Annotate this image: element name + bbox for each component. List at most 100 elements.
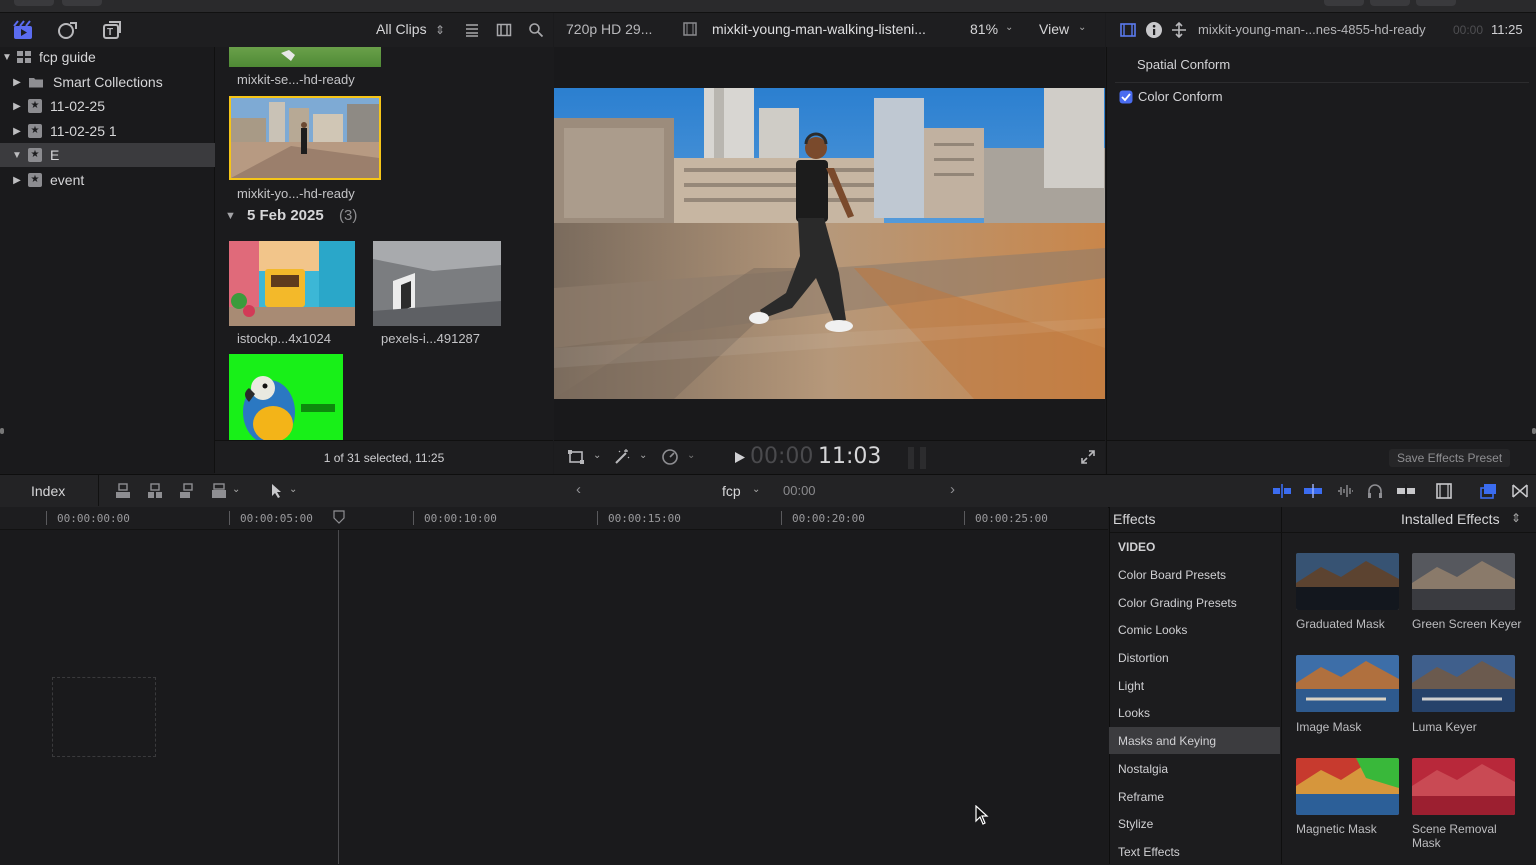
effects-category-header[interactable]: VIDEO bbox=[1109, 533, 1280, 560]
effects-category[interactable]: Distortion bbox=[1109, 644, 1280, 671]
speedometer-icon[interactable] bbox=[661, 448, 679, 466]
history-forward-button[interactable]: › bbox=[950, 481, 955, 498]
timeline[interactable] bbox=[0, 507, 1108, 864]
playhead-line[interactable] bbox=[338, 507, 339, 864]
libraries-icon[interactable] bbox=[12, 20, 34, 40]
clip-filter-menu[interactable]: All Clips bbox=[376, 21, 427, 37]
share-icon[interactable] bbox=[1170, 21, 1188, 39]
panel-resize-handle[interactable] bbox=[1532, 428, 1536, 434]
chevron-down-icon[interactable]: ⌄ bbox=[639, 450, 647, 461]
effects-category[interactable]: Nostalgia bbox=[1109, 755, 1280, 782]
timeline-ruler[interactable]: 00:00:00:00 00:00:05:00 00:00:10:00 00:0… bbox=[0, 507, 1108, 530]
timecode-display[interactable]: 11:03 bbox=[818, 444, 881, 469]
chevron-updown-icon[interactable]: ⇕ bbox=[1511, 511, 1521, 525]
waveform-icon[interactable] bbox=[1336, 483, 1354, 499]
effects-category[interactable]: Stylize bbox=[1109, 810, 1280, 837]
view-menu[interactable]: View bbox=[1039, 21, 1069, 37]
fullscreen-icon[interactable] bbox=[1080, 449, 1096, 465]
titles-generators-icon[interactable]: T bbox=[101, 20, 123, 40]
effect-thumbnail[interactable] bbox=[1296, 553, 1399, 610]
disclosure-closed-icon[interactable]: ▶ bbox=[10, 126, 24, 137]
list-view-icon[interactable] bbox=[464, 22, 480, 38]
audio-skimming-icon[interactable] bbox=[1303, 483, 1323, 499]
insert-clip-icon[interactable] bbox=[146, 482, 164, 500]
play-icon[interactable] bbox=[734, 451, 746, 464]
search-icon[interactable] bbox=[528, 22, 544, 38]
effects-category[interactable]: Reframe bbox=[1109, 783, 1280, 810]
history-back-button[interactable]: ‹ bbox=[576, 481, 581, 498]
sidebar-item-library[interactable]: ▼ fcp guide bbox=[0, 45, 213, 69]
save-effects-preset-button[interactable]: Save Effects Preset bbox=[1389, 449, 1511, 467]
disclosure-open-icon[interactable]: ▼ bbox=[225, 210, 236, 222]
effect-thumbnail[interactable] bbox=[1412, 553, 1515, 610]
disclosure-closed-icon[interactable]: ▶ bbox=[10, 101, 24, 112]
effects-category[interactable]: Color Grading Presets bbox=[1109, 589, 1280, 616]
transitions-browser-icon[interactable] bbox=[1511, 482, 1529, 500]
sidebar-item-event[interactable]: ▶ ★ 11-02-25 bbox=[0, 94, 223, 118]
clip-thumbnail[interactable] bbox=[373, 241, 501, 326]
project-name-menu[interactable]: fcp bbox=[722, 483, 741, 499]
headphones-icon[interactable] bbox=[1366, 483, 1384, 499]
chevron-down-icon[interactable]: ⌄ bbox=[593, 450, 601, 461]
panel-resize-handle[interactable] bbox=[0, 428, 4, 434]
filmstrip-view-icon[interactable] bbox=[496, 22, 512, 38]
sidebar-item-smart-collections[interactable]: ▶ Smart Collections bbox=[0, 70, 223, 94]
info-icon[interactable] bbox=[1145, 21, 1163, 39]
disclosure-closed-icon[interactable]: ▶ bbox=[10, 77, 24, 88]
chevron-down-icon[interactable]: ⌄ bbox=[752, 484, 760, 495]
chevron-down-icon[interactable]: ⌄ bbox=[1078, 22, 1086, 33]
disclosure-closed-icon[interactable]: ▶ bbox=[10, 175, 24, 186]
window-control[interactable] bbox=[62, 0, 102, 6]
sidebar-item-event[interactable]: ▶ ★ 11-02-25 1 bbox=[0, 119, 223, 143]
append-clip-icon[interactable] bbox=[178, 482, 196, 500]
viewer-video-frame[interactable] bbox=[554, 88, 1105, 399]
sidebar-item-event-selected[interactable]: ▼ ★ E bbox=[0, 143, 223, 167]
disclosure-open-icon[interactable]: ▼ bbox=[10, 150, 24, 161]
window-control[interactable] bbox=[14, 0, 54, 6]
effect-thumbnail[interactable] bbox=[1296, 655, 1399, 712]
inspector-footer: Save Effects Preset bbox=[1106, 440, 1536, 474]
chevron-down-icon[interactable]: ⌄ bbox=[1005, 22, 1013, 33]
chevron-down-icon[interactable]: ⌄ bbox=[289, 484, 297, 495]
effects-category[interactable]: Looks bbox=[1109, 699, 1280, 726]
effects-category[interactable]: Light bbox=[1109, 672, 1280, 699]
select-tool-icon[interactable] bbox=[270, 483, 284, 499]
clip-thumbnail[interactable] bbox=[229, 47, 381, 67]
installed-effects-menu[interactable]: Installed Effects bbox=[1401, 511, 1500, 527]
effects-category-selected[interactable]: Masks and Keying bbox=[1109, 727, 1280, 754]
clip-thumbnail[interactable] bbox=[229, 241, 355, 326]
photos-audio-icon[interactable] bbox=[57, 20, 79, 40]
clip-thumbnail-selected[interactable] bbox=[229, 96, 381, 180]
connect-clip-icon[interactable] bbox=[114, 482, 132, 500]
magic-wand-icon[interactable] bbox=[613, 448, 631, 466]
effect-thumbnail[interactable] bbox=[1296, 758, 1399, 815]
index-button[interactable]: Index bbox=[31, 483, 65, 499]
sidebar-item-event[interactable]: ▶ ★ event bbox=[0, 168, 223, 192]
playhead-icon[interactable] bbox=[333, 510, 345, 524]
effects-category[interactable]: Comic Looks bbox=[1109, 616, 1280, 643]
effect-thumbnail[interactable] bbox=[1412, 655, 1515, 712]
disclosure-open-icon[interactable]: ▼ bbox=[0, 52, 14, 63]
effects-category[interactable]: Text Effects bbox=[1109, 838, 1280, 865]
clip-appearance-icon[interactable] bbox=[1435, 482, 1453, 500]
snapping-icon[interactable] bbox=[1396, 483, 1416, 499]
transform-icon[interactable] bbox=[567, 449, 585, 465]
effects-category[interactable]: Color Board Presets bbox=[1109, 561, 1280, 588]
window-control[interactable] bbox=[1324, 0, 1364, 6]
empty-storyline-placeholder[interactable] bbox=[52, 677, 156, 757]
color-conform-checkbox[interactable] bbox=[1119, 90, 1133, 104]
chevron-down-icon[interactable]: ⌄ bbox=[687, 450, 695, 461]
chevron-updown-icon[interactable]: ⇕ bbox=[435, 23, 445, 37]
video-inspector-icon[interactable] bbox=[1120, 22, 1136, 38]
window-control[interactable] bbox=[1416, 0, 1456, 6]
effects-browser-icon[interactable] bbox=[1480, 482, 1498, 500]
chevron-down-icon[interactable]: ⌄ bbox=[232, 484, 240, 495]
zoom-menu[interactable]: 81% bbox=[970, 21, 998, 37]
spatial-conform-label[interactable]: Spatial Conform bbox=[1137, 57, 1230, 72]
divider bbox=[1281, 507, 1282, 864]
skimming-icon[interactable] bbox=[1272, 483, 1292, 499]
window-control[interactable] bbox=[1370, 0, 1410, 6]
effect-thumbnail[interactable] bbox=[1412, 758, 1515, 815]
clip-thumbnail[interactable] bbox=[229, 354, 343, 440]
overwrite-clip-icon[interactable] bbox=[210, 482, 228, 500]
